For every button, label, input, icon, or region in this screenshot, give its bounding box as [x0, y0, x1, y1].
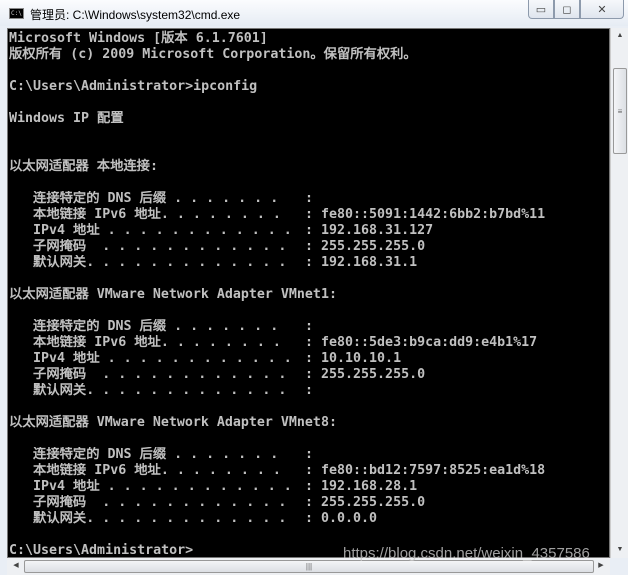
- adapter-property-row: IPv4 地址 . . . . . . . . . . . . : 10.10.…: [9, 351, 609, 367]
- property-label: 默认网关. . . . . . . . . . . . .: [9, 255, 295, 270]
- property-label: 连接特定的 DNS 后缀 . . . . . . .: [9, 447, 287, 462]
- property-value: fe80::5091:1442:6bb2:b7bd%11: [321, 207, 546, 222]
- adapter-title: 以太网适配器 本地连接:: [9, 159, 158, 174]
- console-line: Windows IP 配置: [9, 111, 124, 126]
- vertical-scrollbar[interactable]: ▲ ≡ ▼: [610, 28, 628, 558]
- property-value: 0.0.0.0: [321, 511, 378, 526]
- adapter-property-row: 本地链接 IPv6 地址. . . . . . . . : fe80::5091…: [9, 207, 609, 223]
- property-label: 子网掩码 . . . . . . . . . . . .: [9, 239, 295, 254]
- separator: :: [305, 223, 322, 238]
- property-value: 255.255.255.0: [321, 367, 426, 382]
- console-output[interactable]: Microsoft Windows [版本 6.1.7601] 版权所有 (c) …: [7, 28, 610, 558]
- adapter-property-row: 默认网关. . . . . . . . . . . . . : 0.0.0.0: [9, 511, 609, 527]
- separator: :: [305, 511, 322, 526]
- maximize-icon: ◻: [562, 3, 572, 16]
- console-line: 版权所有 (c) 2009 Microsoft Corporation。保留所有…: [9, 47, 417, 62]
- property-value: fe80::5de3:b9ca:dd9:e4b1%17: [321, 335, 538, 350]
- title-bar[interactable]: C:\ 管理员: C:\Windows\system32\cmd.exe ▭ ◻…: [0, 0, 628, 26]
- maximize-button[interactable]: ◻: [554, 0, 580, 19]
- separator: :: [305, 479, 322, 494]
- scroll-down-arrow-icon[interactable]: ▼: [611, 542, 628, 558]
- console-line: C:\Users\Administrator>ipconfig: [9, 79, 258, 94]
- property-label: 子网掩码 . . . . . . . . . . . .: [9, 495, 295, 510]
- property-value: 192.168.31.127: [321, 223, 434, 238]
- property-label: IPv4 地址 . . . . . . . . . . . .: [9, 351, 300, 366]
- scroll-left-arrow-icon[interactable]: ◀: [7, 558, 25, 574]
- cmd-icon: C:\: [9, 8, 24, 19]
- adapter-property-row: IPv4 地址 . . . . . . . . . . . . : 192.16…: [9, 479, 609, 495]
- separator: :: [305, 319, 322, 334]
- separator: :: [305, 191, 322, 206]
- property-value: 192.168.31.1: [321, 255, 418, 270]
- close-icon: ✕: [597, 3, 607, 16]
- scroll-up-arrow-icon[interactable]: ▲: [611, 28, 628, 44]
- console-line: Microsoft Windows [版本 6.1.7601]: [9, 31, 268, 46]
- separator: :: [305, 255, 322, 270]
- separator: :: [305, 383, 322, 398]
- separator: :: [305, 367, 322, 382]
- minimize-button[interactable]: ▭: [528, 0, 554, 19]
- close-button[interactable]: ✕: [580, 0, 624, 19]
- adapter-property-row: 子网掩码 . . . . . . . . . . . . : 255.255.2…: [9, 495, 609, 511]
- property-value: fe80::bd12:7597:8525:ea1d%18: [321, 463, 546, 478]
- property-label: IPv4 地址 . . . . . . . . . . . .: [9, 223, 300, 238]
- adapter-property-row: 连接特定的 DNS 后缀 . . . . . . . :: [9, 447, 609, 463]
- property-value: 192.168.28.1: [321, 479, 418, 494]
- property-value: 10.10.10.1: [321, 351, 402, 366]
- property-label: 默认网关. . . . . . . . . . . . .: [9, 511, 295, 526]
- separator: :: [305, 495, 322, 510]
- property-label: IPv4 地址 . . . . . . . . . . . .: [9, 479, 300, 494]
- adapter-property-row: 子网掩码 . . . . . . . . . . . . : 255.255.2…: [9, 367, 609, 383]
- property-label: 本地链接 IPv6 地址. . . . . . . .: [9, 335, 289, 350]
- minimize-icon: ▭: [535, 3, 547, 16]
- adapter-property-row: 默认网关. . . . . . . . . . . . . :: [9, 383, 609, 399]
- separator: :: [305, 463, 322, 478]
- separator: :: [305, 447, 322, 462]
- adapter-property-row: 本地链接 IPv6 地址. . . . . . . . : fe80::5de3…: [9, 335, 609, 351]
- adapter-title: 以太网适配器 VMware Network Adapter VMnet8:: [9, 415, 337, 430]
- adapter-property-row: 默认网关. . . . . . . . . . . . . : 192.168.…: [9, 255, 609, 271]
- property-label: 默认网关. . . . . . . . . . . . .: [9, 383, 295, 398]
- adapter-title: 以太网适配器 VMware Network Adapter VMnet1:: [9, 287, 337, 302]
- property-label: 子网掩码 . . . . . . . . . . . .: [9, 367, 295, 382]
- property-label: 本地链接 IPv6 地址. . . . . . . .: [9, 207, 289, 222]
- adapter-property-row: 本地链接 IPv6 地址. . . . . . . . : fe80::bd12…: [9, 463, 609, 479]
- watermark: https://blog.csdn.net/weixin_4357586: [343, 545, 590, 562]
- separator: :: [305, 335, 322, 350]
- window-title: 管理员: C:\Windows\system32\cmd.exe: [30, 8, 241, 22]
- adapter-property-row: 连接特定的 DNS 后缀 . . . . . . . :: [9, 191, 609, 207]
- property-label: 本地链接 IPv6 地址. . . . . . . .: [9, 463, 289, 478]
- property-label: 连接特定的 DNS 后缀 . . . . . . .: [9, 191, 287, 206]
- property-label: 连接特定的 DNS 后缀 . . . . . . .: [9, 319, 287, 334]
- adapter-property-row: 子网掩码 . . . . . . . . . . . . : 255.255.2…: [9, 239, 609, 255]
- separator: :: [305, 239, 322, 254]
- vertical-scroll-thumb[interactable]: ≡: [613, 68, 627, 154]
- adapter-property-row: IPv4 地址 . . . . . . . . . . . . : 192.16…: [9, 223, 609, 239]
- property-value: 255.255.255.0: [321, 239, 426, 254]
- property-value: 255.255.255.0: [321, 495, 426, 510]
- separator: :: [305, 351, 322, 366]
- separator: :: [305, 207, 322, 222]
- adapter-property-row: 连接特定的 DNS 后缀 . . . . . . . :: [9, 319, 609, 335]
- scroll-right-arrow-icon[interactable]: ▶: [592, 558, 610, 574]
